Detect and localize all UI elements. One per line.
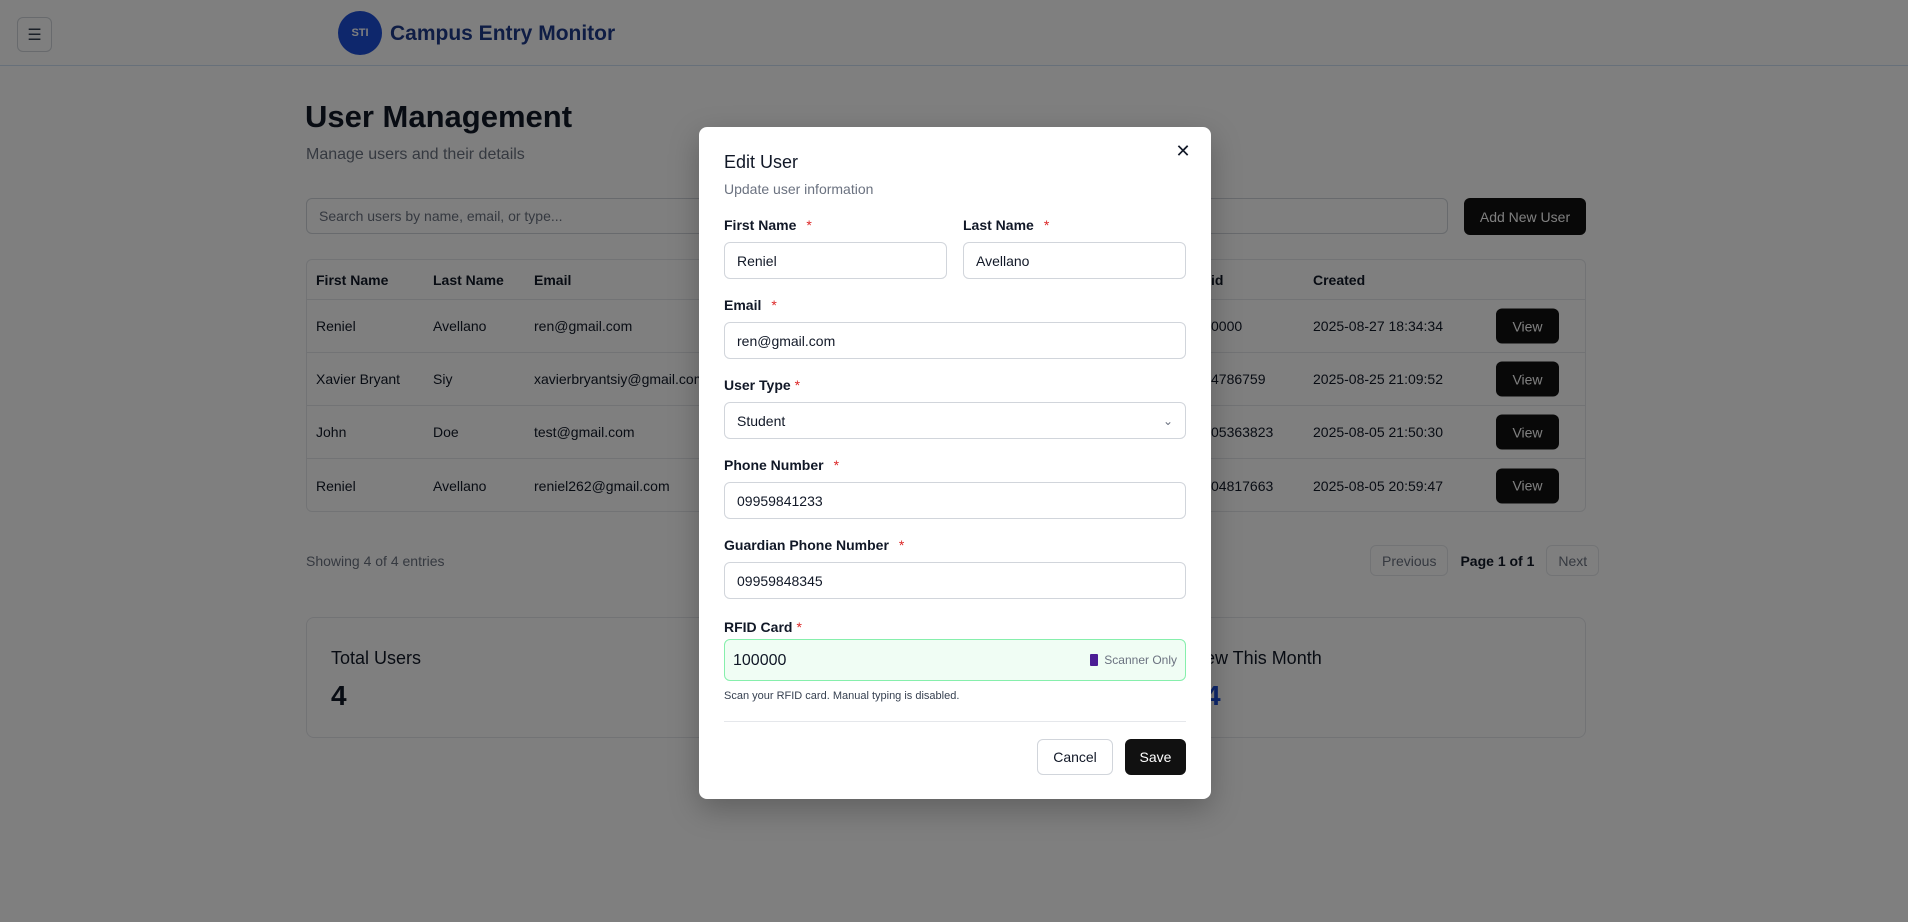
scanner-only-label: Scanner Only bbox=[1104, 653, 1177, 667]
scanner-only-badge: Scanner Only bbox=[1090, 653, 1177, 667]
dialog-divider bbox=[724, 721, 1186, 722]
rfid-card-field[interactable]: 100000 Scanner Only bbox=[724, 639, 1186, 681]
rfid-value: 100000 bbox=[733, 652, 787, 669]
last-name-field[interactable] bbox=[963, 242, 1186, 279]
email-field[interactable] bbox=[724, 322, 1186, 359]
required-marker: * bbox=[794, 377, 801, 393]
user-type-value: Student bbox=[737, 412, 786, 429]
phone-number-label: Phone Number * bbox=[724, 457, 840, 473]
last-name-label: Last Name * bbox=[963, 217, 1050, 233]
save-button[interactable]: Save bbox=[1125, 739, 1186, 775]
phone-number-field[interactable] bbox=[724, 482, 1186, 519]
user-type-select[interactable]: Student ⌄ bbox=[724, 402, 1186, 439]
required-marker: * bbox=[1043, 217, 1050, 233]
close-icon[interactable]: ✕ bbox=[1173, 141, 1193, 161]
email-label: Email * bbox=[724, 297, 777, 313]
rfid-help-text: Scan your RFID card. Manual typing is di… bbox=[724, 690, 960, 702]
first-name-field[interactable] bbox=[724, 242, 947, 279]
cancel-button[interactable]: Cancel bbox=[1037, 739, 1113, 775]
guardian-phone-field[interactable] bbox=[724, 562, 1186, 599]
rfid-card-label: RFID Card * bbox=[724, 619, 802, 635]
first-name-label: First Name * bbox=[724, 217, 812, 233]
user-type-label: User Type * bbox=[724, 377, 801, 393]
required-marker: * bbox=[898, 537, 905, 553]
required-marker: * bbox=[796, 619, 802, 635]
scanner-icon bbox=[1090, 654, 1099, 666]
required-marker: * bbox=[833, 457, 840, 473]
guardian-phone-label: Guardian Phone Number * bbox=[724, 537, 905, 553]
required-marker: * bbox=[771, 297, 777, 313]
required-marker: * bbox=[806, 217, 812, 233]
edit-user-dialog: ✕ Edit User Update user information Firs… bbox=[699, 127, 1211, 799]
chevron-down-icon: ⌄ bbox=[1162, 413, 1173, 428]
dialog-subtitle: Update user information bbox=[724, 181, 874, 197]
dialog-title: Edit User bbox=[724, 152, 799, 172]
